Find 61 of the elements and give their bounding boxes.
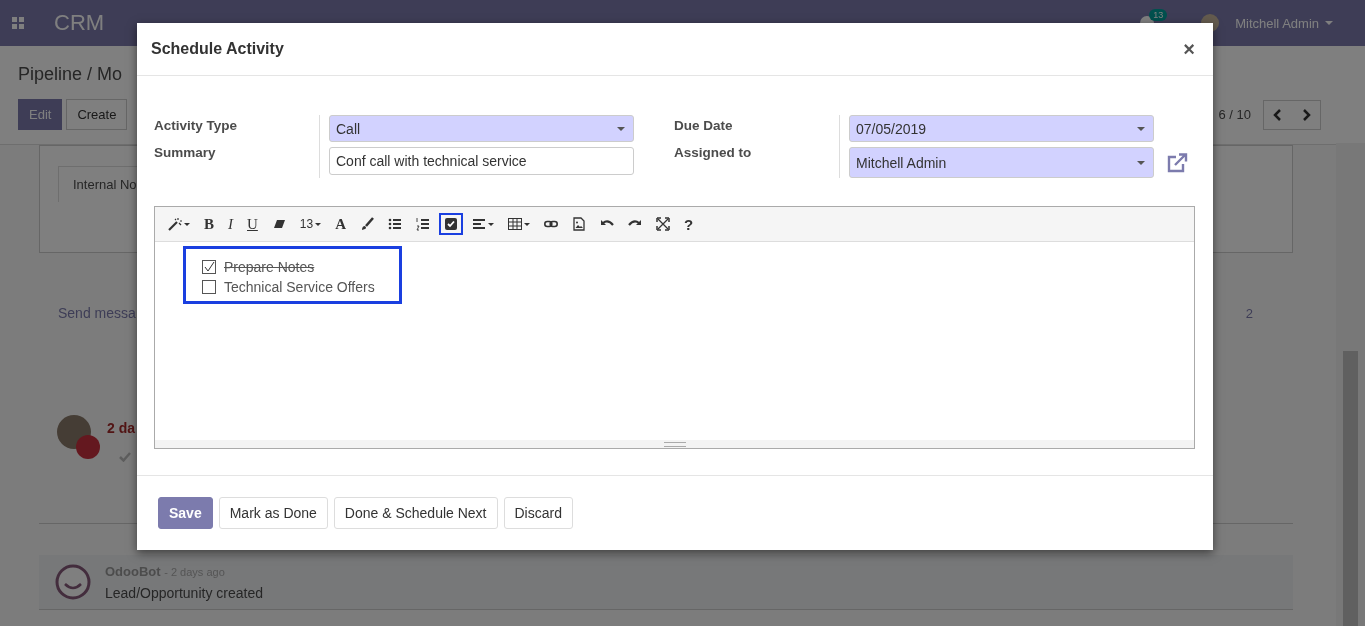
input-field[interactable]: Conf call with technical service <box>329 147 634 175</box>
select-value: Mitchell Admin <box>856 154 947 171</box>
select-field[interactable]: 07/05/2019 <box>849 115 1154 142</box>
image-icon <box>572 217 587 231</box>
pager-buttons[interactable] <box>1263 99 1321 130</box>
eraser-icon <box>271 217 286 231</box>
pager-text: 6 / 10 <box>1218 107 1251 122</box>
app-name: CRM <box>54 10 105 36</box>
dialog-button[interactable]: Mark as Done <box>218 497 328 529</box>
external-link-icon[interactable] <box>1166 152 1188 173</box>
checklist-item-text: Technical Service Offers <box>224 279 375 295</box>
dialog-button[interactable]: Done & Schedule Next <box>333 497 498 529</box>
dialog-button[interactable]: Save <box>158 497 213 529</box>
caret-icon[interactable] <box>488 222 495 226</box>
align-icon <box>472 217 487 231</box>
field-label: Activity Type <box>154 118 239 133</box>
caret-icon[interactable] <box>315 222 322 226</box>
editor-tool-button[interactable]: B <box>199 211 219 237</box>
editor-tool-button[interactable]: A <box>330 211 352 237</box>
select-field[interactable]: Call <box>329 115 634 142</box>
breadcrumb: Pipeline / Mo <box>18 64 124 85</box>
check-icon[interactable] <box>119 452 131 462</box>
editor-tool-button[interactable]: 13 <box>294 213 327 235</box>
rich-text-editor[interactable]: B I U 13 A ? Prepare Notes Technical Service Offers <box>154 206 1195 449</box>
caret-icon[interactable] <box>1137 160 1145 165</box>
field-label: Summary <box>154 145 217 160</box>
activity-due-text: 2 da <box>107 420 135 436</box>
magic-wand-icon <box>168 217 182 231</box>
select-field[interactable]: Mitchell Admin <box>849 147 1154 178</box>
caret-icon[interactable] <box>184 222 190 226</box>
fullscreen-icon <box>656 217 671 231</box>
toolbar-button[interactable]: Create <box>66 99 128 130</box>
select-value: Call <box>336 120 361 137</box>
resize-handle[interactable] <box>155 440 1194 448</box>
smiley-icon <box>55 564 91 600</box>
message-body: Lead/Opportunity created <box>105 584 263 601</box>
checklist-icon <box>444 217 459 231</box>
field-label: Assigned to <box>674 145 753 160</box>
dialog-button[interactable]: Discard <box>503 497 573 529</box>
checkbox[interactable] <box>202 260 216 274</box>
numbered-list-icon <box>416 217 431 231</box>
select-value: 07/05/2019 <box>856 120 927 137</box>
notification-badge: 13 <box>1149 9 1168 21</box>
checkbox[interactable] <box>202 280 216 294</box>
editor-tool-button[interactable] <box>439 213 464 235</box>
editor-tool-button[interactable]: I <box>223 211 238 237</box>
editor-tool-button[interactable]: U <box>242 211 263 237</box>
phone-icon <box>76 435 100 459</box>
field-label: Due Date <box>674 118 734 133</box>
table-icon <box>508 217 523 231</box>
checklist-item-text: Prepare Notes <box>224 259 315 275</box>
caret-icon[interactable] <box>617 126 625 131</box>
apps-grid-icon[interactable] <box>12 17 24 29</box>
scrollbar[interactable] <box>1336 143 1365 626</box>
caret-icon[interactable] <box>1137 126 1145 131</box>
caret-icon[interactable] <box>524 222 531 226</box>
brush-icon <box>360 217 375 231</box>
close-button[interactable]: × <box>1179 37 1199 61</box>
editor-tool-button[interactable]: ? <box>679 211 699 237</box>
dialog-title: Schedule Activity <box>151 40 285 58</box>
bullet-list-icon <box>388 217 403 231</box>
